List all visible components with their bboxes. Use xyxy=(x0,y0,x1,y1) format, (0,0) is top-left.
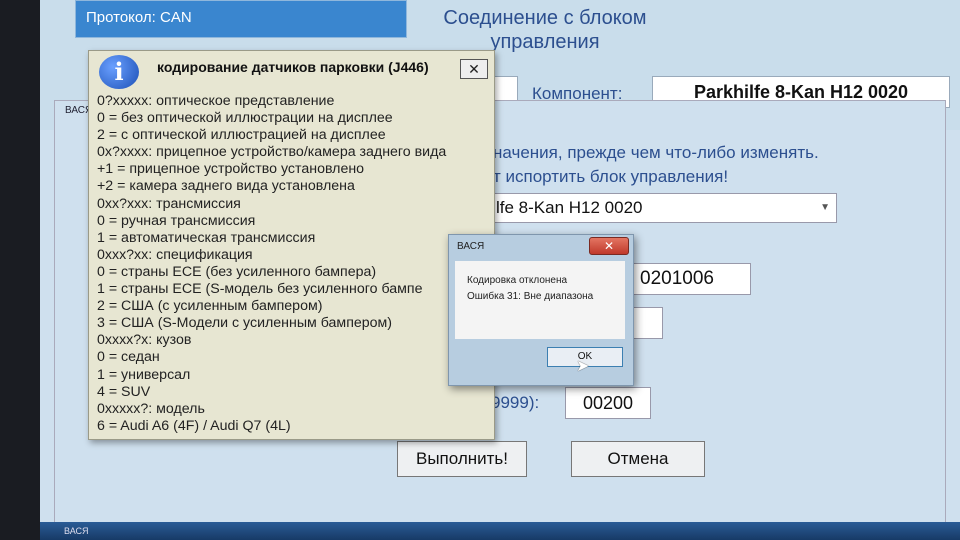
info-line: 1 = страны ECE (S-модель без усиленного … xyxy=(97,281,423,298)
info-line: 0xxx?xx: спецификация xyxy=(97,246,253,263)
mouse-cursor-icon: ➤ xyxy=(576,358,590,375)
info-text: 0?xxxxx: оптическое представление 0 = без… xyxy=(97,93,489,435)
info-line: 0xx?xxx: трансмиссия xyxy=(97,195,241,212)
warning-line2: т испортить блок управления! xyxy=(493,167,729,186)
coding-input[interactable]: 0201006 xyxy=(621,263,751,295)
info-line: 0 = страны ECE (без усиленного бампера) xyxy=(97,263,377,280)
info-line: 0xxxx?x: кузов xyxy=(97,332,192,349)
info-line: +2 = камера заднего вида установлена xyxy=(97,178,355,195)
info-icon: i xyxy=(99,55,139,89)
workshop-number-input[interactable]: 00200 xyxy=(565,387,651,419)
info-line: 0xxxxx?: модель xyxy=(97,400,205,417)
info-window: i кодирование датчиков парковки (J446) ✕… xyxy=(88,50,495,440)
info-line: 1 = универсал xyxy=(97,366,191,383)
error-dialog: ВАСЯ ✕ Кодировка отклонена Ошибка 31: Вн… xyxy=(448,234,634,386)
info-line: 0 = ручная трансмиссия xyxy=(97,212,256,229)
page-title: Соединение с блоком управления xyxy=(370,6,720,54)
app-screen: Протокол: CAN Соединение с блоком управл… xyxy=(40,0,960,540)
info-line: 3 = США (S-Модели с усиленным бампером) xyxy=(97,315,393,332)
error-line2: Ошибка 31: Вне диапазона xyxy=(467,291,594,302)
info-window-title: кодирование датчиков парковки (J446) xyxy=(157,59,429,75)
info-line: 0?xxxxx: оптическое представление xyxy=(97,93,335,109)
protocol-label: Протокол: CAN xyxy=(86,9,192,26)
protocol-box: Протокол: CAN xyxy=(75,0,407,38)
info-line: 0 = без оптической иллюстрации на диспле… xyxy=(97,110,393,127)
cancel-button[interactable]: Отмена xyxy=(571,441,705,477)
error-line1: Кодировка отклонена xyxy=(467,275,568,286)
warning-line1: начения, прежде чем что-либо изменять. xyxy=(493,143,819,162)
info-line: 2 = с оптической иллюстрацией на дисплее xyxy=(97,127,386,144)
run-button[interactable]: Выполнить! xyxy=(397,441,527,477)
info-line: 6 = Audi A6 (4F) / Audi Q7 (4L) xyxy=(97,417,291,434)
chevron-down-icon[interactable]: ▼ xyxy=(820,194,830,222)
title-line1: Соединение с блоком xyxy=(443,7,647,29)
taskbar-item[interactable]: ВАСЯ xyxy=(64,526,89,536)
error-message-panel: Кодировка отклонена Ошибка 31: Вне диапа… xyxy=(455,261,625,339)
info-line: +1 = прицепное устройство установлено xyxy=(97,161,365,178)
info-line: 1 = автоматическая трансмиссия xyxy=(97,229,316,246)
combo-value: lfe 8-Kan H12 0020 xyxy=(496,198,643,217)
close-icon[interactable]: ✕ xyxy=(589,237,629,255)
taskbar: ВАСЯ xyxy=(40,522,960,540)
component-combo[interactable]: lfe 8-Kan H12 0020 ▼ xyxy=(491,193,837,223)
range-label: 9999): xyxy=(491,393,540,412)
info-line: 2 = США (с усиленным бампером) xyxy=(97,298,323,315)
info-line: 0x?xxxx: прицепное устройство/камера зад… xyxy=(97,144,447,161)
close-icon[interactable]: ✕ xyxy=(460,59,488,79)
error-dialog-title: ВАСЯ xyxy=(457,241,485,252)
info-line: 4 = SUV xyxy=(97,383,151,400)
info-line: 0 = седан xyxy=(97,349,160,366)
